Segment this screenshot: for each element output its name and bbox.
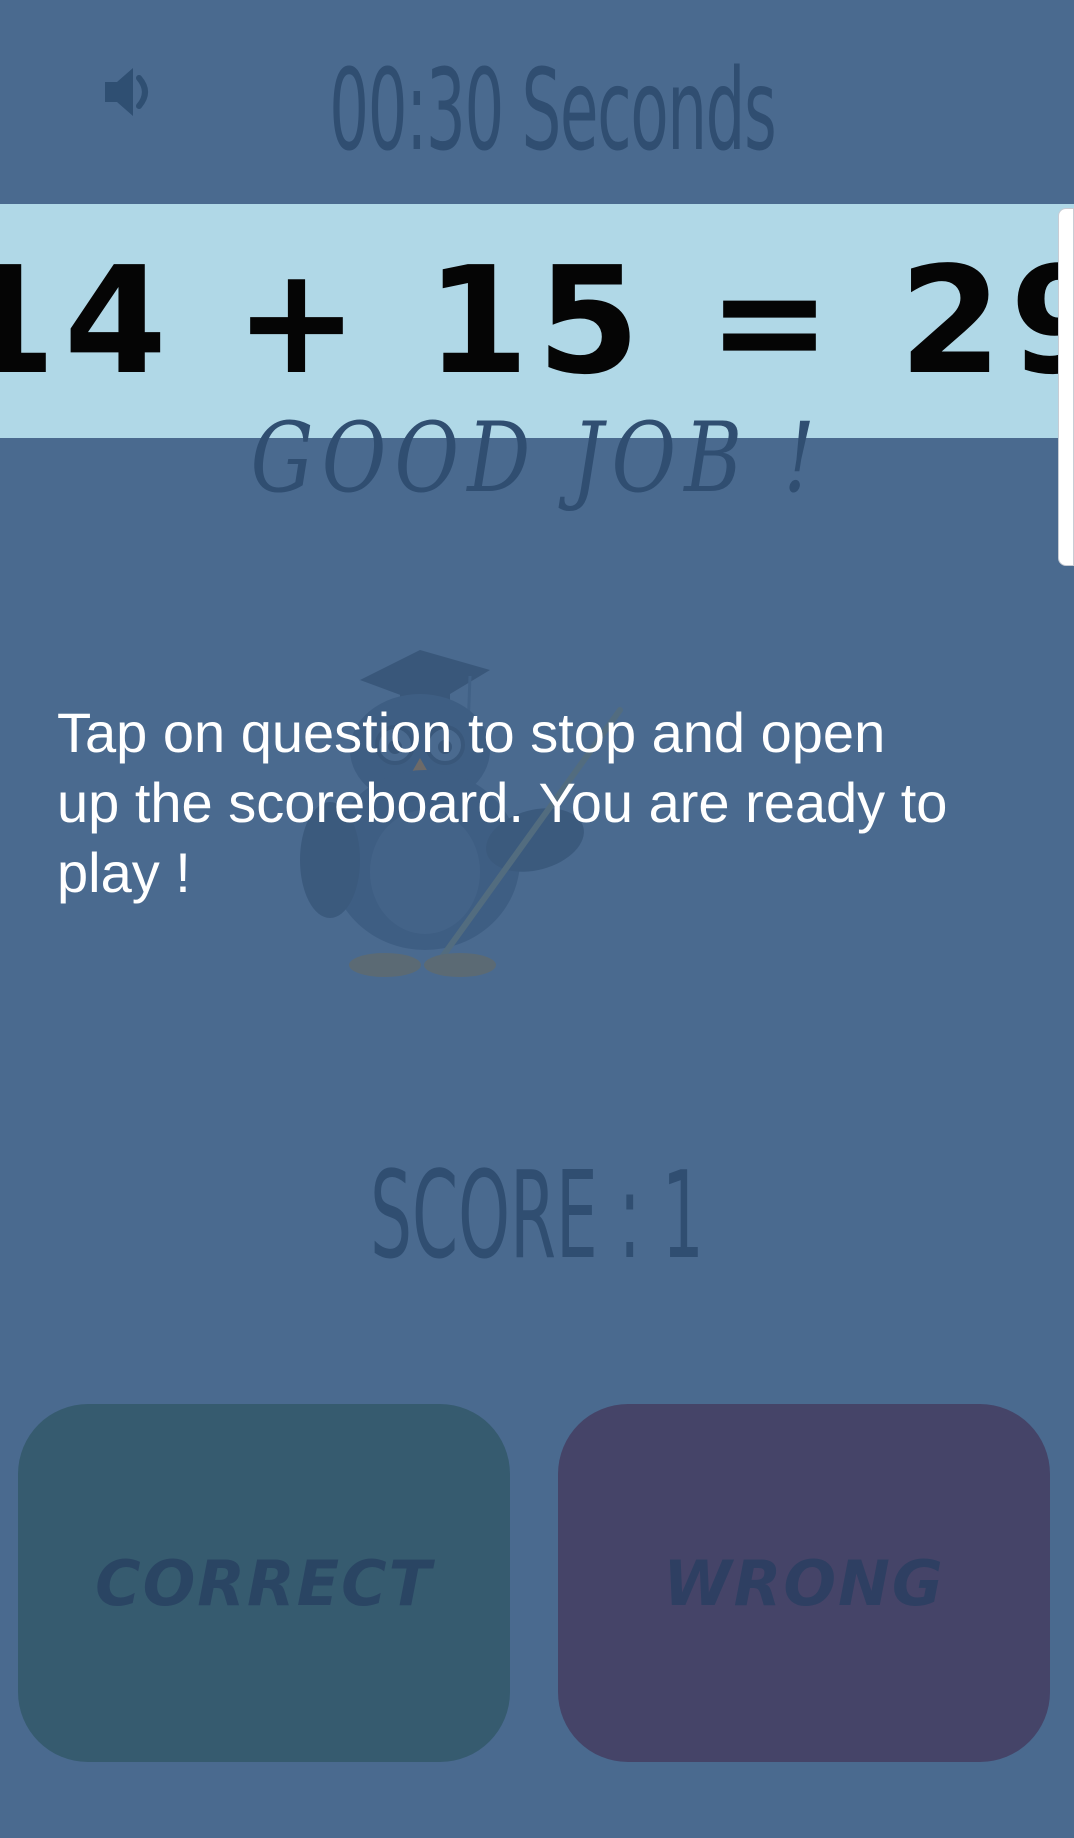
correct-button[interactable]: CORRECT	[18, 1404, 510, 1762]
speaker-icon	[105, 68, 148, 116]
correct-button-label: CORRECT	[95, 1546, 433, 1620]
tutorial-message: Tap on question to stop and open up the …	[57, 701, 948, 904]
countdown-timer: 00:30 Seconds	[329, 46, 776, 176]
sound-toggle-button[interactable]	[92, 56, 172, 128]
wrong-button[interactable]: WRONG	[558, 1404, 1050, 1762]
scrollbar-thumb[interactable]	[1058, 208, 1074, 566]
header: 00:30 Seconds	[0, 0, 1074, 204]
wrong-button-label: WRONG	[663, 1546, 945, 1620]
game-screen: 00:30 Seconds 14 + 15 = 29 GOOD JOB ! Ta…	[0, 0, 1074, 1838]
feedback-message: GOOD JOB !	[250, 402, 824, 514]
score-display: SCORE : 1	[370, 1147, 704, 1286]
